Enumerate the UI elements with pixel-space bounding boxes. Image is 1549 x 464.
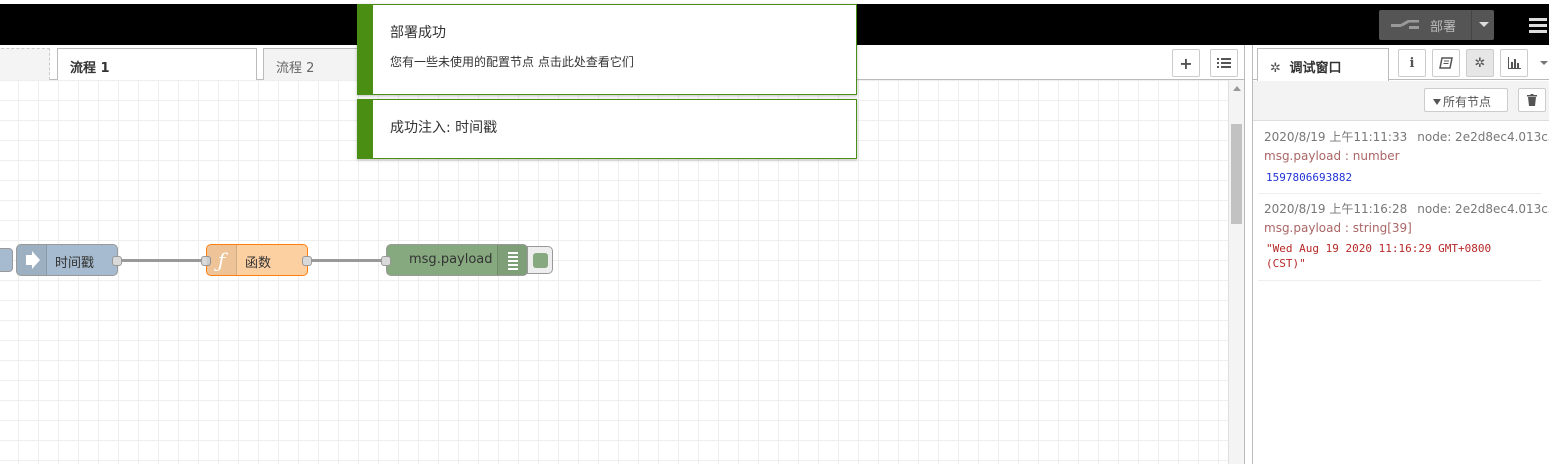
main-menu-icon[interactable] [1525, 12, 1549, 38]
message-topic: msg.payload : number [1264, 149, 1400, 163]
message-node-id[interactable]: node: 2e2d8ec4.013c52 [1417, 202, 1549, 216]
function-icon: ƒ [207, 245, 237, 275]
filter-label: 所有节点 [1443, 95, 1492, 109]
deploy-label: 部署 [1430, 20, 1457, 35]
debug-message[interactable]: 2020/8/19 上午11:11:33 node: 2e2d8ec4.013c5… [1258, 123, 1549, 194]
add-flow-button[interactable]: + [1172, 49, 1200, 77]
tab-label: 流程 1 [70, 61, 110, 76]
bug-icon: ✲ [1474, 55, 1486, 71]
deploy-success-notification[interactable]: 部署成功 您有一些未使用的配置节点 点击此处查看它们 [357, 4, 857, 95]
sidebar: ✲ 调试窗口 i ✲ 所有节点 2020/8/19 上午11:11:33 nod… [1253, 45, 1549, 464]
wire[interactable] [121, 259, 205, 262]
deploy-dropdown-icon[interactable] [1479, 22, 1489, 27]
inject-arrow-icon [17, 245, 47, 275]
deploy-icon [1391, 20, 1419, 29]
canvas-vertical-scrollbar[interactable] [1228, 80, 1244, 464]
debug-list-icon [497, 245, 527, 275]
node-label: msg.payload [409, 252, 493, 267]
dashboard-tab-button[interactable] [1500, 49, 1528, 77]
info-icon: i [1409, 55, 1415, 71]
sidebar-resize-handle[interactable] [1244, 45, 1253, 464]
filter-button[interactable]: 所有节点 [1424, 88, 1508, 112]
inject-node[interactable]: 时间戳 [16, 244, 122, 276]
scrollbar-thumb[interactable] [1231, 124, 1242, 224]
deploy-separator [1471, 10, 1472, 40]
output-port[interactable] [302, 256, 312, 266]
list-icon [1217, 58, 1231, 68]
info-tab-button[interactable]: i [1398, 49, 1426, 77]
tab-scroll-area [0, 48, 50, 80]
plus-icon: + [1179, 53, 1193, 73]
debug-toggle-button[interactable] [527, 246, 553, 274]
wire[interactable] [311, 259, 385, 262]
notification-title: 部署成功 [390, 25, 446, 41]
flow-list-button[interactable] [1210, 49, 1238, 77]
bar-chart-icon [1508, 57, 1521, 69]
notification-body[interactable]: 您有一些未使用的配置节点 点击此处查看它们 [390, 53, 634, 70]
node-label: 函数 [245, 256, 272, 271]
input-port[interactable] [381, 256, 391, 266]
tab-label: 流程 2 [276, 61, 315, 76]
debug-message[interactable]: 2020/8/19 上午11:16:28 node: 2e2d8ec4.013c5… [1258, 195, 1549, 281]
function-node[interactable]: ƒ 函数 [201, 244, 312, 276]
tab-flow-1[interactable]: 流程 1 [57, 48, 257, 81]
bug-icon: ✲ [1270, 61, 1281, 76]
message-meta: 2020/8/19 上午11:11:33 node: 2e2d8ec4.013c5… [1264, 128, 1549, 145]
notification-title: 成功注入: 时间戳 [390, 120, 498, 136]
message-topic: msg.payload : string[39] [1264, 221, 1412, 235]
message-timestamp: 2020/8/19 上午11:16:28 [1264, 202, 1408, 216]
output-port[interactable] [112, 256, 122, 266]
clear-messages-button[interactable] [1518, 88, 1546, 112]
message-timestamp: 2020/8/19 上午11:11:33 [1264, 130, 1408, 144]
tab-debug[interactable]: ✲ 调试窗口 [1257, 48, 1389, 81]
filter-icon [1433, 99, 1441, 105]
trash-icon [1527, 94, 1537, 106]
inject-success-notification[interactable]: 成功注入: 时间戳 [357, 99, 857, 159]
debug-toolbar: 所有节点 [1253, 81, 1549, 121]
scroll-up-icon[interactable] [1233, 86, 1241, 91]
sidebar-tabbar: ✲ 调试窗口 i ✲ [1253, 45, 1549, 81]
debug-tab-button[interactable]: ✲ [1466, 49, 1494, 77]
chevron-down-icon[interactable] [1540, 61, 1548, 65]
debug-node[interactable]: msg.payload [381, 244, 528, 276]
message-value[interactable]: "Wed Aug 19 2020 11:16:29 GMT+0800 (CST)… [1266, 241, 1536, 271]
help-tab-button[interactable] [1432, 49, 1460, 77]
node-label: 时间戳 [55, 256, 95, 271]
deploy-button[interactable]: 部署 [1379, 10, 1494, 40]
inject-trigger-button[interactable] [0, 248, 13, 272]
message-node-id[interactable]: node: 2e2d8ec4.013c52 [1417, 130, 1549, 144]
sidebar-tab-label: 调试窗口 [1289, 61, 1342, 76]
debug-toggle-indicator [533, 253, 548, 268]
message-meta: 2020/8/19 上午11:16:28 node: 2e2d8ec4.013c5… [1264, 200, 1549, 217]
message-value[interactable]: 1597806693882 [1266, 171, 1352, 184]
book-icon [1439, 57, 1453, 69]
